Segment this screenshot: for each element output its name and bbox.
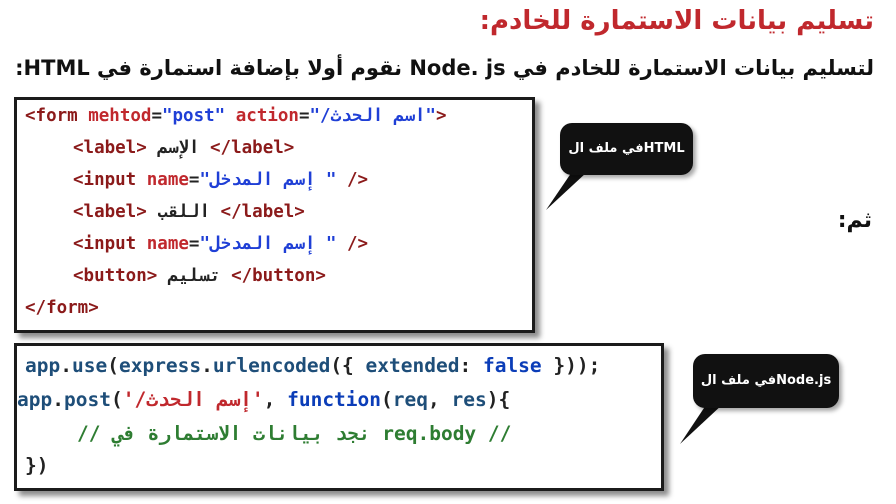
- code-token: ,: [428, 388, 452, 411]
- code-token: use: [71, 354, 108, 377]
- code-line-form-close: </form>: [25, 298, 99, 318]
- code-token: =: [298, 106, 310, 126]
- code-token: }));: [541, 354, 601, 377]
- code-token: </label>: [220, 202, 305, 222]
- code-token: res: [451, 388, 487, 411]
- code-token: .: [52, 388, 64, 411]
- code-token: "post": [161, 106, 226, 126]
- code-token: extended: [365, 354, 460, 377]
- code-token: "إسم المدخل ": [199, 234, 337, 254]
- code-token: <input: [73, 234, 147, 254]
- nodejs-code-box: app.use(express.urlencoded({ extended: f…: [14, 343, 664, 491]
- code-token: app: [25, 354, 61, 377]
- code-token: req: [392, 388, 428, 411]
- code-line-close: }): [25, 454, 48, 477]
- code-line-button: <button> تسليم </button>: [73, 266, 326, 286]
- code-line-input-2: <input name="إسم المدخل " />: [73, 234, 368, 254]
- code-token: =: [151, 106, 162, 126]
- code-token: action: [235, 106, 299, 126]
- code-token: <label>: [73, 138, 147, 158]
- code-token: app: [17, 388, 53, 411]
- code-token: (: [381, 388, 393, 411]
- code-token: <button>: [73, 266, 158, 286]
- code-token: .: [201, 354, 213, 377]
- code-token: </button>: [231, 266, 326, 286]
- code-token: ,: [263, 388, 288, 411]
- code-token: name: [146, 170, 189, 190]
- code-line-app-use: app.use(express.urlencoded({ extended: f…: [25, 354, 600, 377]
- code-line-label-surname: <label> اللقب </label>: [73, 202, 305, 222]
- code-token: (: [107, 354, 119, 377]
- code-token: اللقب: [146, 202, 221, 222]
- code-token: false: [482, 354, 542, 377]
- code-token: />: [336, 170, 369, 190]
- code-token: "/اسم الحدث": [309, 106, 436, 126]
- slide-subtitle: لتسليم بيانات الاستمارة للخادم في Node. …: [15, 56, 874, 80]
- code-token: ){: [486, 388, 511, 411]
- code-token: function: [287, 388, 382, 411]
- code-token: "إسم المدخل ": [199, 170, 337, 190]
- code-token: =: [188, 234, 200, 254]
- code-comment: // نجد بيانات الاستمارة في req.body //: [77, 422, 512, 445]
- code-token: mehtod: [88, 106, 152, 126]
- code-token: .: [60, 354, 72, 377]
- code-token: name: [146, 234, 189, 254]
- code-token: urlencoded: [212, 354, 331, 377]
- code-token: :: [459, 354, 483, 377]
- code-line-input-1: <input name="إسم المدخل " />: [73, 170, 368, 190]
- code-token: express: [118, 354, 202, 377]
- code-token: <input: [73, 170, 147, 190]
- callout-nodejs-file: في ملف الNode.js: [693, 354, 839, 408]
- code-token: </form>: [25, 298, 99, 318]
- code-token: }): [25, 454, 49, 477]
- slide-title: تسليم بيانات الاستمارة للخادم:: [479, 6, 874, 36]
- code-token: تسليم: [157, 266, 232, 286]
- code-token: '/إسم الحدث': [122, 388, 264, 411]
- code-token: >: [435, 106, 447, 126]
- code-token: (: [110, 388, 123, 411]
- code-token: post: [63, 388, 111, 411]
- then-label: ثم:: [837, 208, 872, 233]
- code-token: <form: [25, 106, 89, 126]
- code-line-app-post: app.post('/إسم الحدث', function(req, res…: [17, 388, 510, 411]
- code-token: ({: [330, 354, 366, 377]
- code-line-label-name: <label> الإسم </label>: [73, 138, 294, 158]
- html-code-box: <form mehtod="post" action="/اسم الحدث">…: [14, 97, 535, 333]
- code-token: =: [188, 170, 200, 190]
- code-line-comment: // نجد بيانات الاستمارة في req.body //: [77, 422, 511, 445]
- callout-html-file: في ملف الHTML: [560, 123, 693, 175]
- code-token: />: [336, 234, 369, 254]
- code-token: </label>: [210, 138, 295, 158]
- code-token: الإسم: [146, 138, 211, 158]
- code-line-form-open: <form mehtod="post" action="/اسم الحدث">: [25, 106, 447, 126]
- code-token: <label>: [73, 202, 147, 222]
